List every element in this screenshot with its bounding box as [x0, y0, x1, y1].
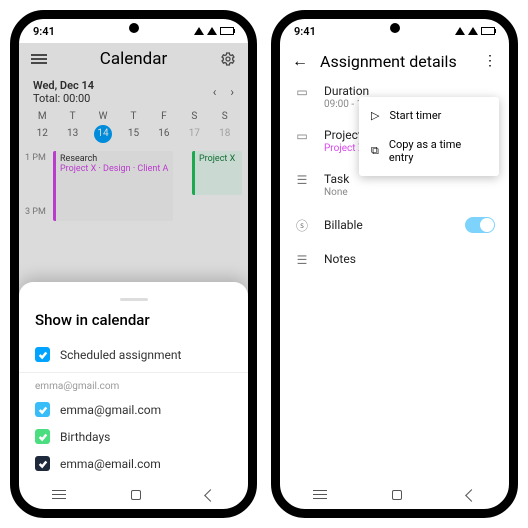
signal-icon — [468, 27, 478, 35]
notes-icon: ☰ — [294, 252, 310, 267]
battery-icon — [481, 27, 495, 35]
folder-icon: ▭ — [294, 128, 310, 143]
menu-copy-entry[interactable]: ⧉Copy as a time entry — [359, 130, 499, 172]
camera-notch — [390, 23, 400, 33]
sheet-title: Show in calendar — [35, 311, 232, 329]
check-scheduled[interactable]: Scheduled assignment — [35, 341, 232, 368]
signal-icon — [455, 27, 465, 35]
copy-icon: ⧉ — [371, 144, 379, 158]
signal-icon — [194, 27, 204, 35]
task-icon: ☰ — [294, 172, 310, 187]
back-icon[interactable] — [204, 489, 217, 502]
clock: 9:41 — [294, 25, 316, 38]
phone-right: 9:41 ← Assignment details ⋮ ▭ Duration09… — [271, 10, 518, 518]
clock: 9:41 — [33, 25, 55, 38]
dollar-icon: ⓢ — [294, 216, 310, 234]
check-item[interactable]: emma@gmail.com — [35, 396, 232, 423]
billable-toggle[interactable] — [465, 217, 495, 233]
phone-left: 9:41 Calendar Wed, Dec 14 Total: 00:00 ‹… — [10, 10, 257, 518]
play-icon: ▷ — [371, 109, 379, 122]
row-notes[interactable]: ☰ Notes — [280, 243, 509, 276]
recents-icon[interactable] — [52, 494, 66, 496]
checkbox-icon — [35, 347, 50, 362]
camera-notch — [129, 23, 139, 33]
screen-title: Assignment details — [320, 52, 471, 71]
home-icon[interactable] — [392, 490, 402, 500]
sheet-handle[interactable] — [120, 298, 148, 301]
check-item[interactable]: Birthdays — [35, 423, 232, 450]
bottom-sheet: Show in calendar Scheduled assignment em… — [19, 282, 248, 481]
signal-icon — [207, 27, 217, 35]
overflow-icon[interactable]: ⋮ — [483, 53, 497, 69]
divider — [19, 372, 248, 373]
home-icon[interactable] — [131, 490, 141, 500]
check-item[interactable]: emma@email.com — [35, 450, 232, 477]
back-icon[interactable]: ← — [292, 51, 308, 71]
recents-icon[interactable] — [313, 494, 327, 496]
system-nav — [19, 481, 248, 509]
checkbox-icon — [35, 456, 50, 471]
checkbox-icon — [35, 429, 50, 444]
system-nav — [280, 481, 509, 509]
app-bar: ← Assignment details ⋮ — [280, 43, 509, 75]
battery-icon — [220, 27, 234, 35]
back-icon[interactable] — [465, 489, 478, 502]
overflow-menu: ▷Start timer ⧉Copy as a time entry — [359, 97, 499, 176]
checkbox-icon — [35, 402, 50, 417]
group-header: emma@gmail.com — [35, 377, 232, 396]
row-billable[interactable]: ⓢ Billable — [280, 207, 509, 243]
folder-icon: ▭ — [294, 84, 310, 99]
menu-start-timer[interactable]: ▷Start timer — [359, 101, 499, 130]
